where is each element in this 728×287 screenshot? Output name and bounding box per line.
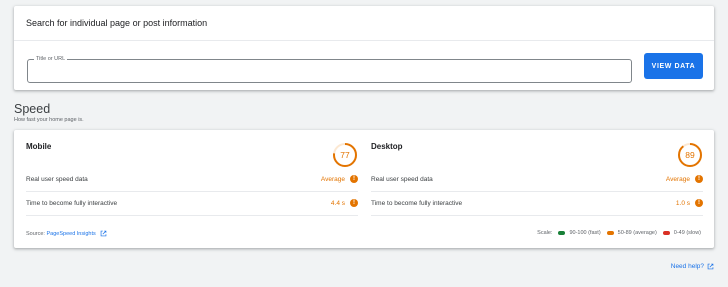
pagespeed-insights-link[interactable]: PageSpeed Insights: [47, 231, 96, 237]
external-link-icon[interactable]: [100, 230, 107, 237]
section-subtitle: How fast your home page is.: [14, 117, 84, 123]
search-card: Search for individual page or post infor…: [14, 6, 714, 90]
speed-card: Mobile 77 Real user speed data Average !…: [14, 130, 714, 248]
desktop-row-interactive: Time to become fully interactive 1.0 s !: [371, 192, 703, 216]
title-or-url-input[interactable]: [28, 60, 631, 82]
row-label: Real user speed data: [371, 176, 433, 183]
section-title: Speed: [14, 102, 51, 116]
desktop-score: 89: [685, 150, 695, 160]
warning-icon[interactable]: !: [350, 175, 358, 183]
need-help-link[interactable]: Need help?: [671, 263, 714, 270]
divider: [14, 40, 714, 41]
title-or-url-field[interactable]: Title or URL: [27, 55, 632, 83]
row-label: Time to become fully interactive: [26, 200, 118, 207]
source-attribution: Source: PageSpeed Insights: [26, 230, 107, 237]
field-label: Title or URL: [34, 55, 68, 63]
column-title: Desktop: [371, 142, 403, 151]
source-prefix: Source:: [26, 231, 45, 237]
column-title: Mobile: [26, 142, 52, 151]
search-card-title: Search for individual page or post infor…: [26, 18, 208, 28]
row-value: 4.4 s: [330, 200, 345, 207]
row-value: Average: [320, 176, 345, 183]
mobile-column: Mobile 77 Real user speed data Average !…: [26, 130, 358, 218]
mobile-row-interactive: Time to become fully interactive 4.4 s !: [26, 192, 358, 216]
scale-item-label: 0-49 (slow): [673, 230, 701, 236]
row-value: Average: [665, 176, 690, 183]
row-label: Real user speed data: [26, 176, 88, 183]
fast-swatch: [558, 231, 566, 235]
desktop-column: Desktop 89 Real user speed data Average …: [371, 130, 703, 218]
warning-icon[interactable]: !: [695, 199, 703, 207]
warning-icon[interactable]: !: [350, 199, 358, 207]
view-data-button[interactable]: VIEW DATA: [644, 53, 703, 79]
mobile-score: 77: [340, 150, 350, 160]
scale-item-fast: 90-100 (fast): [558, 230, 601, 236]
external-link-icon[interactable]: [707, 263, 714, 270]
scale-item-average: 50-89 (average): [606, 230, 657, 236]
row-label: Time to become fully interactive: [371, 200, 463, 207]
desktop-row-real-user-speed: Real user speed data Average !: [371, 168, 703, 192]
need-help-label[interactable]: Need help?: [671, 263, 704, 270]
scale-item-label: 90-100 (fast): [569, 230, 601, 236]
average-swatch: [606, 231, 614, 235]
scale-item-label: 50-89 (average): [617, 230, 657, 236]
warning-icon[interactable]: !: [695, 175, 703, 183]
score-scale-legend: Scale: 90-100 (fast) 50-89 (average) 0-4…: [537, 230, 701, 236]
slow-swatch: [662, 231, 670, 235]
mobile-row-real-user-speed: Real user speed data Average !: [26, 168, 358, 192]
scale-item-slow: 0-49 (slow): [662, 230, 701, 236]
scale-label: Scale:: [537, 230, 553, 236]
row-value: 1.0 s: [675, 200, 690, 207]
